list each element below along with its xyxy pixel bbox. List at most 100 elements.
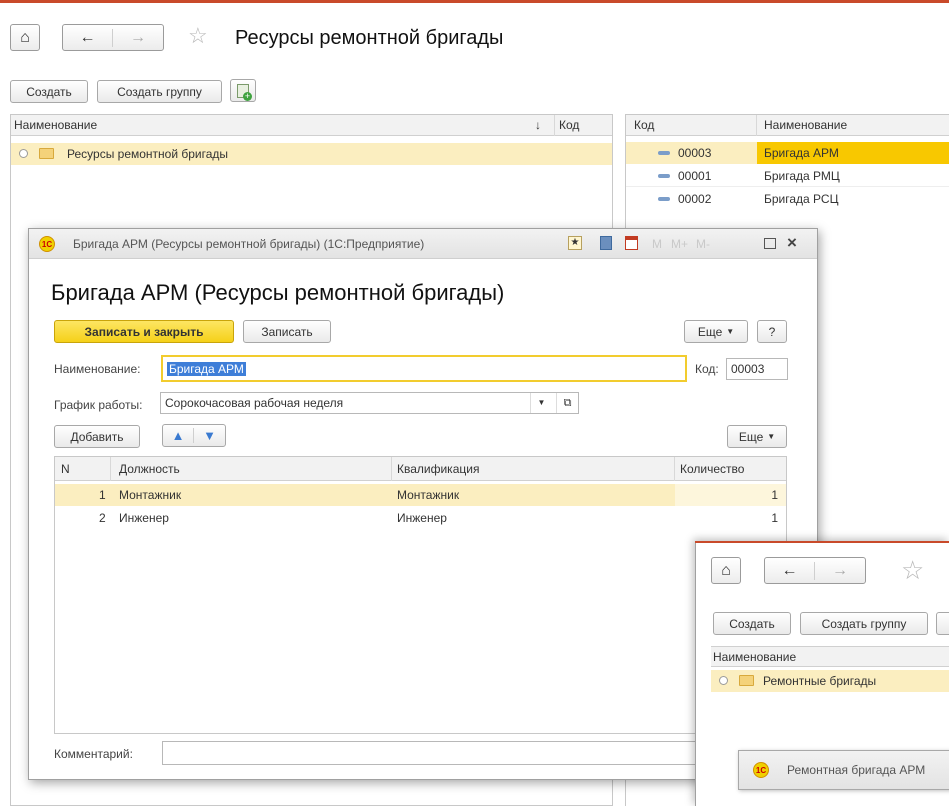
calendar-icon[interactable] (625, 236, 638, 250)
memory-mminus-button[interactable]: M- (696, 237, 710, 251)
top-accent-line (0, 0, 949, 3)
memory-mplus-button[interactable]: M+ (671, 237, 688, 251)
item-dash-icon (658, 197, 670, 201)
list-item[interactable]: Ремонтные бригады (711, 670, 949, 692)
sub-window-titlebar: 1С Ремонтная бригада АРМ (738, 750, 949, 790)
schedule-field-label: График работы: (54, 398, 143, 412)
add-copy-button[interactable] (936, 612, 949, 635)
table-row[interactable]: 1 Монтажник Монтажник 1 (55, 484, 786, 506)
create-button[interactable]: Создать (10, 80, 88, 103)
schedule-dropdown-button[interactable]: ▼ (530, 393, 552, 413)
row-quantity: 1 (771, 511, 778, 525)
create-button[interactable]: Создать (713, 612, 791, 635)
memory-m-button[interactable]: M (652, 237, 662, 251)
table-more-button[interactable]: Еще ▼ (727, 425, 787, 448)
col-position-header[interactable]: Должность (119, 462, 180, 476)
add-copy-button[interactable]: + (230, 79, 256, 102)
col-n-header[interactable]: N (61, 462, 70, 476)
row-name: Бригада АРМ (764, 146, 839, 160)
form-heading: Бригада АРМ (Ресурсы ремонтной бригады) (51, 280, 505, 305)
chevron-down-icon: ▼ (767, 432, 776, 441)
schedule-field-value: Сорокочасовая рабочая неделя (165, 396, 344, 410)
app-logo-icon: 1С (39, 236, 55, 252)
name-field-label: Наименование: (54, 362, 141, 376)
add-row-button[interactable]: Добавить (54, 425, 140, 448)
row-name: Бригада РСЦ (764, 192, 839, 206)
close-icon[interactable]: × (787, 233, 797, 253)
move-down-icon[interactable]: ▼ (194, 428, 225, 443)
col-qualification-header[interactable]: Квалификация (397, 462, 479, 476)
move-up-down-group: ▲ ▼ (162, 424, 226, 447)
row-position: Монтажник (119, 488, 182, 502)
row-quantity: 1 (771, 488, 778, 502)
left-list-header: Наименование ↓ Код (11, 115, 612, 136)
list-item-label: Ресурсы ремонтной бригады (67, 147, 229, 161)
second-window-accent (695, 541, 949, 543)
quantity-cell-bg (675, 484, 786, 506)
radio-icon (19, 149, 28, 158)
add-document-icon: + (237, 83, 252, 101)
positions-table: N Должность Квалификация Количество 1 Мо… (54, 456, 787, 734)
row-number: 1 (99, 488, 106, 502)
table-row[interactable]: 2 Инженер Инженер 1 (55, 507, 786, 529)
home-icon: ⌂ (721, 561, 731, 579)
save-button[interactable]: Записать (243, 320, 331, 343)
table-row[interactable]: 00003 Бригада АРМ (626, 142, 949, 164)
schedule-field[interactable]: Сорокочасовая рабочая неделя (160, 392, 579, 414)
forward-arrow-icon[interactable]: → (113, 29, 163, 47)
chevron-down-icon: ▼ (726, 327, 735, 336)
folder-icon (39, 148, 54, 159)
sub-window-title: Ремонтная бригада АРМ (787, 763, 926, 777)
list-item[interactable]: Ресурсы ремонтной бригады (11, 143, 612, 165)
favorite-icon[interactable]: ★ (568, 236, 582, 250)
col-name-header[interactable]: Наименование (764, 118, 847, 132)
home-icon: ⌂ (20, 28, 30, 46)
table-row[interactable]: 00002 Бригада РСЦ (626, 188, 949, 210)
comment-field[interactable] (162, 741, 787, 765)
row-code: 00003 (678, 146, 712, 160)
nav-back-forward: ← → (62, 24, 164, 51)
col-code-header[interactable]: Код (559, 118, 579, 132)
app-logo-icon: 1С (753, 762, 769, 778)
table-header: N Должность Квалификация Количество (55, 457, 786, 481)
name-field[interactable]: Бригада АРМ (161, 355, 687, 382)
table-more-label: Еще (738, 429, 764, 444)
window-title: Бригада АРМ (Ресурсы ремонтной бригады) … (73, 237, 425, 251)
calculator-icon[interactable] (600, 236, 612, 250)
maximize-icon[interactable] (764, 238, 776, 249)
favorite-star-icon[interactable]: ☆ (901, 555, 924, 586)
home-button[interactable]: ⌂ (711, 557, 741, 584)
row-code: 00002 (678, 192, 712, 206)
forward-arrow-icon[interactable]: → (815, 562, 865, 580)
row-qualification: Монтажник (397, 488, 460, 502)
nav-back-forward: ← → (764, 557, 866, 584)
more-button[interactable]: Еще ▼ (684, 320, 748, 343)
col-quantity-header[interactable]: Количество (680, 462, 744, 476)
back-arrow-icon[interactable]: ← (765, 561, 815, 580)
second-list-header: Наименование (711, 646, 949, 667)
move-up-icon[interactable]: ▲ (163, 428, 194, 443)
col-code-header[interactable]: Код (634, 118, 654, 132)
row-qualification: Инженер (397, 511, 447, 525)
code-field-label: Код: (695, 362, 719, 376)
item-dash-icon (658, 174, 670, 178)
help-button[interactable]: ? (757, 320, 787, 343)
page-title: Ресурсы ремонтной бригады (235, 27, 504, 49)
create-group-button[interactable]: Создать группу (97, 80, 222, 103)
save-and-close-button[interactable]: Записать и закрыть (54, 320, 234, 343)
list-item-label: Ремонтные бригады (763, 674, 877, 688)
col-name-header[interactable]: Наименование (14, 118, 97, 132)
back-arrow-icon[interactable]: ← (63, 28, 113, 47)
code-field[interactable]: 00003 (726, 358, 788, 380)
item-dash-icon (658, 151, 670, 155)
row-number: 2 (99, 511, 106, 525)
favorite-star-icon[interactable]: ☆ (188, 23, 208, 49)
table-row[interactable]: 00001 Бригада РМЦ (626, 165, 949, 187)
schedule-open-button[interactable]: ⧉ (556, 393, 578, 413)
window-titlebar: 1С Бригада АРМ (Ресурсы ремонтной бригад… (29, 229, 817, 259)
create-group-button[interactable]: Создать группу (800, 612, 928, 635)
right-list-header: Код Наименование (626, 115, 949, 136)
row-position: Инженер (119, 511, 169, 525)
home-button[interactable]: ⌂ (10, 24, 40, 51)
col-name-header[interactable]: Наименование (713, 650, 796, 664)
